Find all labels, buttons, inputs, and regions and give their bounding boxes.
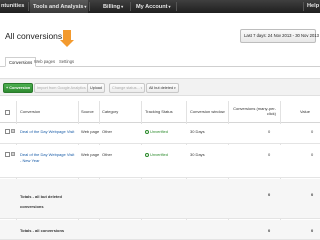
nav-item-billing[interactable]: Billing▾ [103, 0, 123, 13]
totals-row-all-but-deleted: Totals - all but deleted conversions 0 0 [0, 179, 320, 219]
conversion-name-link[interactable]: Deal of the Day Webpage Visit [20, 129, 74, 134]
date-range-selector[interactable]: Last 7 days: 24 Nov 2013 - 30 Nov 2013 ▾ [240, 29, 319, 43]
tracking-status: Unverified [145, 152, 168, 157]
tracking-status-label: Unverified [150, 152, 169, 157]
page-title: All conversions [5, 31, 63, 41]
row-checkbox[interactable] [5, 152, 10, 157]
edit-icon[interactable] [11, 152, 15, 156]
column-header-source[interactable]: Source [81, 109, 94, 114]
chevron-down-icon: ▾ [140, 86, 143, 90]
row-checkbox[interactable] [5, 129, 10, 134]
nav-separator [130, 2, 131, 11]
totals-value: 0 [311, 228, 314, 233]
column-header-conversions-many-per-click[interactable]: Conversions (many-per-click) [230, 106, 276, 116]
tab-settings[interactable]: Settings [56, 57, 77, 67]
table-row[interactable]: Deal of the Day Webpage Visit Web page O… [0, 124, 320, 144]
tracking-status: Unverified [145, 129, 168, 134]
tracking-status-label: Unverified [150, 129, 169, 134]
add-conversion-button[interactable]: + Conversion [3, 83, 34, 93]
conversion-category: Other [102, 129, 113, 134]
nav-item-tools-label: Tools and Analysis [33, 4, 84, 10]
conversions-count: 0 [268, 129, 271, 134]
totals-value: 0 [311, 192, 314, 197]
column-header-value[interactable]: Value [300, 109, 310, 114]
table-header: Conversion Source Category Tracking Stat… [0, 99, 320, 123]
nav-item-tools-and-analysis[interactable]: Tools and Analysis▾ [33, 0, 86, 13]
nav-separator [303, 2, 304, 11]
conversion-value: 0 [311, 129, 314, 134]
help-link[interactable]: Help [307, 0, 319, 13]
column-header-conversion-window[interactable]: Conversion window [190, 109, 225, 114]
nav-item-my-account[interactable]: My Account▾ [136, 0, 171, 13]
column-header-tracking-status[interactable]: Tracking Status [145, 109, 173, 114]
tab-web-pages[interactable]: Web pages [31, 57, 58, 67]
chevron-down-icon: ▾ [84, 4, 87, 9]
annotation-arrow-shaft [63, 30, 71, 40]
column-header-category[interactable]: Category [102, 109, 118, 114]
totals-conversions: 0 [268, 228, 271, 233]
table-row[interactable]: Deal of the Day Webpage Visit - New Year… [0, 145, 320, 178]
column-header-conversion[interactable]: Conversion [20, 109, 40, 114]
nav-item-opportunities[interactable]: ntunities [1, 0, 24, 13]
unverified-status-icon [145, 152, 149, 157]
change-status-label: Change status... [112, 86, 140, 90]
conversion-category: Other [102, 152, 113, 157]
chevron-down-icon: ▾ [121, 4, 124, 9]
totals-label: Totals - all but deleted conversions [20, 194, 62, 209]
change-status-dropdown[interactable]: Change status...▾ [109, 83, 146, 93]
conversions-count: 0 [268, 152, 271, 157]
conversion-value: 0 [311, 152, 314, 157]
conversion-window: 30 Days [190, 129, 205, 134]
filter-label: All but deleted [149, 86, 174, 90]
filter-dropdown[interactable]: All but deleted▾ [146, 83, 179, 93]
conversion-source: Web page [81, 129, 100, 134]
nav-separator [28, 2, 29, 11]
conversion-name-link[interactable]: Deal of the Day Webpage Visit - New Year [20, 152, 76, 164]
select-all-checkbox[interactable] [5, 110, 10, 115]
nav-separator [89, 2, 90, 11]
conversion-source: Web page [81, 152, 100, 157]
import-analytics-button[interactable]: Import from Google Analytics [34, 83, 89, 93]
unverified-status-icon [145, 129, 149, 134]
nav-separator [176, 2, 177, 11]
chevron-down-icon: ▾ [174, 86, 176, 90]
chevron-down-icon: ▾ [168, 4, 171, 9]
totals-conversions: 0 [268, 192, 271, 197]
totals-label: Totals - all conversions [20, 228, 65, 233]
date-range-label: Last 7 days: 24 Nov 2013 - 30 Nov 2013 [244, 33, 319, 38]
nav-item-billing-label: Billing [103, 4, 121, 10]
annotation-arrow-head [60, 40, 74, 47]
totals-row-all: Totals - all conversions 0 0 [0, 220, 320, 240]
top-navigation-bar: ntunities Tools and Analysis▾ Billing▾ M… [0, 0, 320, 13]
nav-item-my-account-label: My Account [136, 4, 168, 10]
upload-button[interactable]: Upload [87, 83, 106, 93]
edit-icon[interactable] [11, 129, 15, 133]
table-toolbar: + Conversion Import from Google Analytic… [0, 78, 320, 96]
conversion-window: 30 Days [190, 152, 205, 157]
